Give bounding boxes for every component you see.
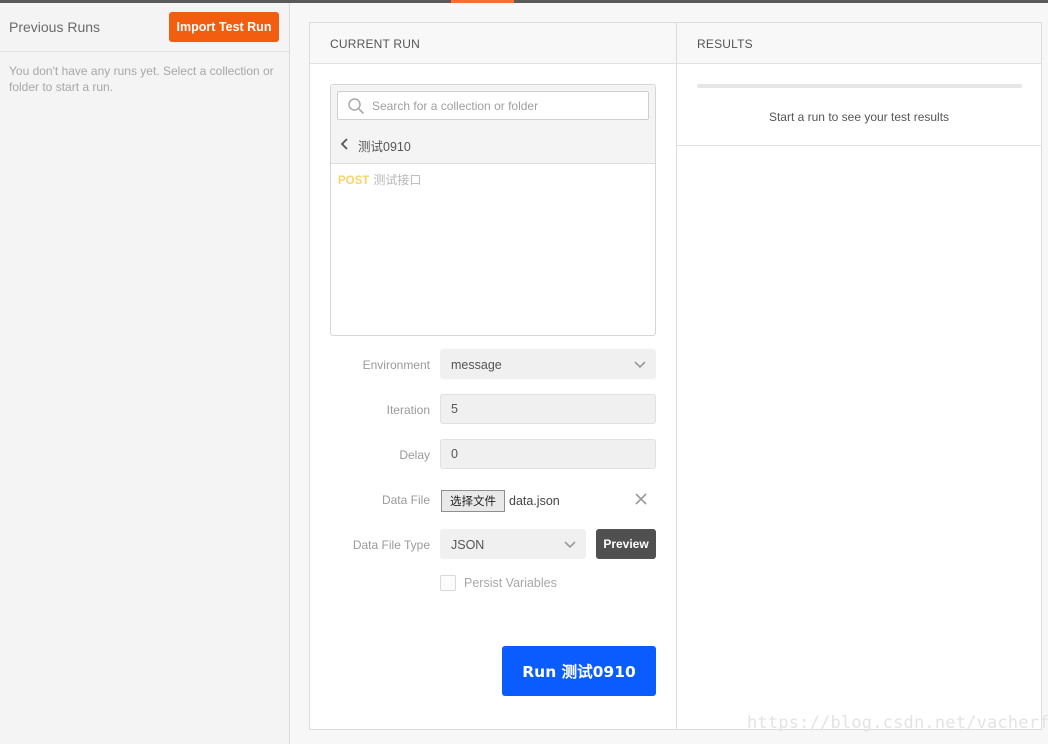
environment-select[interactable]: message [440,349,656,379]
iteration-input[interactable] [440,394,656,424]
results-header: RESULTS [677,23,1041,64]
chevron-down-icon [634,361,646,369]
persist-variables-label: Persist Variables [464,576,557,590]
run-collection-button[interactable]: Run 测试0910 [502,646,656,696]
iteration-label: Iteration [386,403,430,417]
current-run-header: CURRENT RUN [310,23,676,64]
sidebar-header: Previous Runs Import Test Run [0,3,289,52]
delay-label: Delay [399,448,430,462]
column-divider [676,22,677,730]
results-title: RESULTS [697,37,753,51]
watermark-text: https://blog.csdn.net/vacherf [747,713,1048,733]
previous-runs-sidebar: Previous Runs Import Test Run You don't … [0,3,290,744]
choose-file-button[interactable]: 选择文件 [441,490,505,512]
close-icon[interactable] [633,491,649,507]
collection-browser: 测试0910 POST测试接口 [330,84,656,336]
environment-label: Environment [362,358,430,372]
collection-search-input[interactable] [372,95,642,116]
request-name: 测试接口 [373,173,422,187]
results-progress-bar [697,84,1022,88]
chevron-down-icon [564,541,576,549]
results-divider [677,145,1041,146]
data-file-type-select[interactable]: JSON [440,529,586,559]
data-file-type-value: JSON [451,538,485,552]
import-test-run-button[interactable]: Import Test Run [169,12,279,42]
selected-file-name: data.json [509,494,560,508]
data-file-type-label: Data File Type [352,538,430,552]
collection-browser-header: 测试0910 [331,85,655,164]
chevron-left-icon [340,138,348,150]
search-icon [348,98,364,114]
request-item[interactable]: POST 测试接口 [338,171,421,187]
no-runs-message: You don't have any runs yet. Select a co… [9,64,274,94]
results-empty-message: Start a run to see your test results [768,110,950,124]
environment-value: message [451,358,502,372]
collection-name: 测试0910 [358,140,411,154]
delay-input[interactable] [440,439,656,469]
current-run-title: CURRENT RUN [330,37,420,51]
persist-variables-checkbox[interactable] [440,575,456,591]
request-method-badge: POST [338,175,370,187]
sidebar-title: Previous Runs [9,19,101,35]
collection-search-box[interactable] [337,91,649,120]
data-file-label: Data File [381,493,430,507]
preview-button[interactable]: Preview [596,529,656,559]
